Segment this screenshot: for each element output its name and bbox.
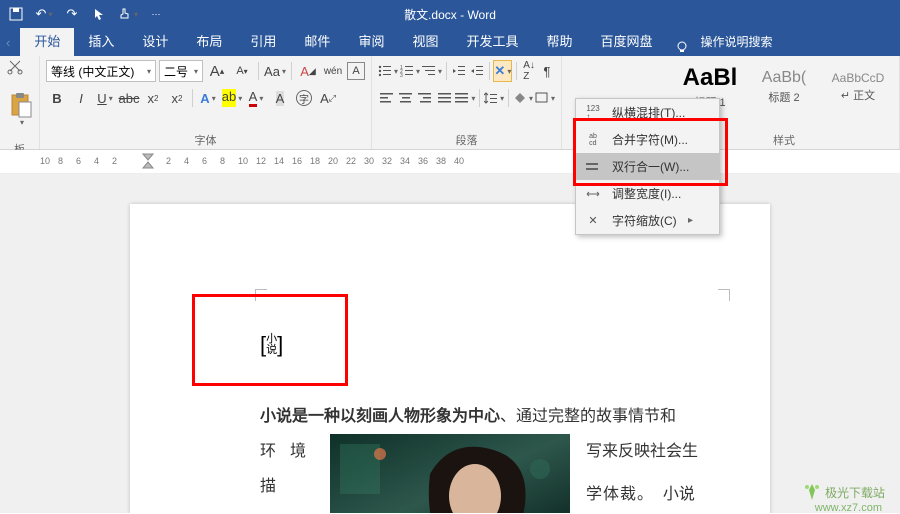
menu-item-fit-width[interactable]: 调整宽度(I)... xyxy=(576,180,719,207)
svg-text:3: 3 xyxy=(400,73,403,77)
subscript-button[interactable]: x2 xyxy=(142,87,164,109)
font-name-combo[interactable]: 等线 (中文正文)▾ xyxy=(46,60,156,82)
tab-help[interactable]: 帮助 xyxy=(532,25,586,56)
asian-layout-menu: 123↕ 纵横混排(T)... abcd 合并字符(M)... 双行合一(W).… xyxy=(575,98,720,235)
char-scale-icon: ✕ xyxy=(584,213,602,229)
highlight-button[interactable]: ab▾ xyxy=(221,87,243,109)
distributed-button[interactable]: ▾ xyxy=(455,87,475,109)
undo-button[interactable]: ↶▾ xyxy=(34,4,54,24)
align-left-button[interactable] xyxy=(378,87,395,109)
vertical-horizontal-icon: 123↕ xyxy=(584,105,602,121)
bullets-button[interactable]: ▾ xyxy=(378,60,398,82)
shading-button[interactable]: ▾ xyxy=(513,87,533,109)
menu-item-vertical-horizontal[interactable]: 123↕ 纵横混排(T)... xyxy=(576,99,719,126)
redo-button[interactable]: ↷ xyxy=(62,4,82,24)
menu-item-combine-characters[interactable]: abcd 合并字符(M)... xyxy=(576,126,719,153)
lightbulb-icon xyxy=(673,38,691,56)
quick-access-toolbar: ↶▾ ↷ ▾ ⋯ xyxy=(6,4,166,24)
char-shading-button[interactable]: A xyxy=(269,87,291,109)
char-border-button[interactable]: A xyxy=(347,62,365,80)
selection-button[interactable] xyxy=(90,4,110,24)
text-run: 学体裁。 xyxy=(586,486,654,503)
bold-button[interactable]: B xyxy=(46,87,68,109)
justify-button[interactable] xyxy=(436,87,453,109)
group-font: 等线 (中文正文)▾ 二号▾ A▴ A▾ Aa▾ A◢ wén A B I U▾… xyxy=(40,56,372,149)
borders-button[interactable]: ▾ xyxy=(535,87,555,109)
tab-home[interactable]: 开始 xyxy=(20,25,74,56)
tab-mailings[interactable]: 邮件 xyxy=(290,25,344,56)
numbering-button[interactable]: 123▾ xyxy=(400,60,420,82)
cut-button[interactable] xyxy=(6,59,28,77)
grow-font-button[interactable]: A▴ xyxy=(206,60,228,82)
tab-insert[interactable]: 插入 xyxy=(74,25,128,56)
text-run: 环境描 xyxy=(260,434,322,504)
two-lines-in-one-text: [小说] xyxy=(260,334,283,356)
decrease-indent-button[interactable] xyxy=(451,60,467,82)
group-clipboard: ▾ 板 xyxy=(0,56,40,149)
document-area: [小说] 小说是一种以刻画人物形象为中心、通过完整的故事情节和 环境描 活的文 xyxy=(0,174,900,513)
touch-mode-button[interactable]: ▾ xyxy=(118,4,138,24)
style-heading2[interactable]: AaBb( 标题 2 xyxy=(749,59,819,115)
font-group-label: 字体 xyxy=(46,130,365,148)
window-title: 散文.docx - Word xyxy=(404,6,496,23)
font-color-button[interactable]: A▾ xyxy=(245,87,267,109)
char-scaling-indicator[interactable]: A⤢ xyxy=(317,87,339,109)
clear-formatting-button[interactable]: A◢ xyxy=(297,60,319,82)
enclose-char-button[interactable]: 字 xyxy=(293,87,315,109)
menu-item-two-lines-in-one[interactable]: 双行合一(W)... xyxy=(576,153,719,180)
watermark-logo: 极光下载站 xyxy=(803,483,885,501)
show-marks-button[interactable]: ¶ xyxy=(539,60,555,82)
combine-chars-icon: abcd xyxy=(584,132,602,148)
margin-corner-icon xyxy=(718,289,730,301)
change-case-button[interactable]: Aa▾ xyxy=(264,60,286,82)
text-run: 写来反映社会生 xyxy=(586,434,728,469)
tab-layout[interactable]: 布局 xyxy=(182,25,236,56)
phonetic-guide-button[interactable]: wén xyxy=(322,60,344,82)
multilevel-list-button[interactable]: ▾ xyxy=(422,60,442,82)
ruler[interactable]: 108642246810121416182022303234363840 xyxy=(0,150,900,174)
title-bar: ↶▾ ↷ ▾ ⋯ 散文.docx - Word xyxy=(0,0,900,28)
bold-run: 小说是一种以刻画人物形象为中心 xyxy=(260,408,500,425)
menu-item-character-scaling[interactable]: ✕ 字符缩放(C) ▸ xyxy=(576,207,719,234)
font-size-combo[interactable]: 二号▾ xyxy=(159,60,203,82)
shrink-font-button[interactable]: A▾ xyxy=(231,60,253,82)
increase-indent-button[interactable] xyxy=(469,60,485,82)
tell-me-search[interactable]: 操作说明搜索 xyxy=(697,27,777,56)
strikethrough-button[interactable]: abc xyxy=(118,87,140,109)
watermark-url: www.xz7.com xyxy=(815,502,882,514)
asian-layout-button[interactable]: ✕▾ xyxy=(493,60,512,82)
tab-baidu[interactable]: 百度网盘 xyxy=(587,25,667,56)
tab-design[interactable]: 设计 xyxy=(128,25,182,56)
body-paragraph[interactable]: 小说是一种以刻画人物形象为中心、通过完整的故事情节和 环境描 活的文 xyxy=(260,399,728,513)
tab-review[interactable]: 审阅 xyxy=(344,25,398,56)
two-lines-icon xyxy=(584,159,602,175)
align-right-button[interactable] xyxy=(417,87,434,109)
text-run: 小说 xyxy=(663,486,695,503)
tab-file[interactable]: ‹ xyxy=(0,29,20,56)
tab-developer[interactable]: 开发工具 xyxy=(452,25,532,56)
line-spacing-button[interactable]: ▾ xyxy=(484,87,504,109)
paste-button[interactable]: ▾ xyxy=(6,79,36,139)
qat-customize-button[interactable]: ⋯ xyxy=(146,4,166,24)
sort-button[interactable]: A↓Z xyxy=(521,60,537,82)
submenu-arrow-icon: ▸ xyxy=(688,215,693,226)
paragraph-group-label: 段落 xyxy=(378,130,555,148)
inline-image[interactable] xyxy=(330,434,570,513)
superscript-button[interactable]: x2 xyxy=(166,87,188,109)
tab-references[interactable]: 引用 xyxy=(236,25,290,56)
ribbon: ▾ 板 等线 (中文正文)▾ 二号▾ A▴ A▾ Aa▾ A◢ wén A B … xyxy=(0,56,900,150)
text-run: 、通过完整的故事情节和 xyxy=(500,408,676,425)
text-effects-button[interactable]: A▾ xyxy=(197,87,219,109)
ribbon-tabs: ‹ 开始 插入 设计 布局 引用 邮件 审阅 视图 开发工具 帮助 百度网盘 操… xyxy=(0,28,900,56)
underline-button[interactable]: U▾ xyxy=(94,87,116,109)
tab-view[interactable]: 视图 xyxy=(398,25,452,56)
group-paragraph: ▾ 123▾ ▾ ✕▾ A↓Z ¶ ▾ ▾ ▾ xyxy=(372,56,562,149)
italic-button[interactable]: I xyxy=(70,87,92,109)
page[interactable]: [小说] 小说是一种以刻画人物形象为中心、通过完整的故事情节和 环境描 活的文 xyxy=(130,204,770,513)
style-normal[interactable]: AaBbCcD ↵ 正文 xyxy=(823,59,893,115)
fit-width-icon xyxy=(584,186,602,202)
align-center-button[interactable] xyxy=(397,87,414,109)
save-button[interactable] xyxy=(6,4,26,24)
